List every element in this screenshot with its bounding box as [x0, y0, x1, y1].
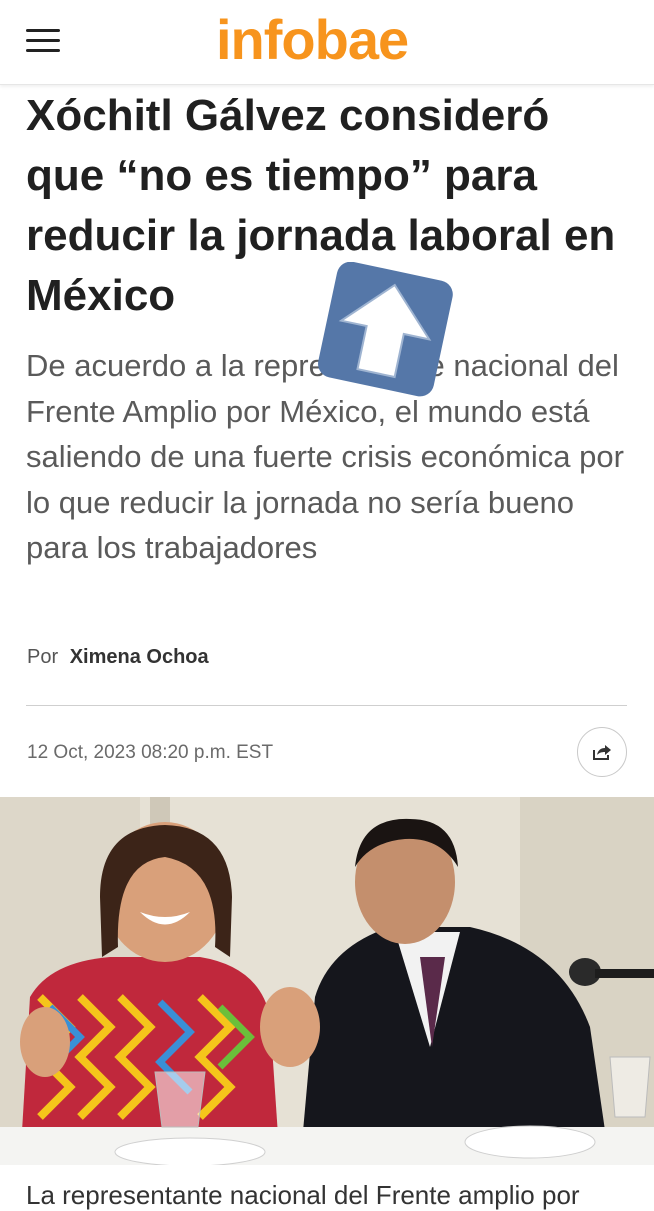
divider	[26, 705, 627, 706]
up-arrow-icon	[318, 262, 453, 397]
article-photo	[0, 797, 654, 1165]
publish-date: 12 Oct, 2023 08:20 p.m. EST	[27, 742, 274, 763]
infobae-logo[interactable]: infobae	[216, 4, 409, 76]
share-icon	[593, 745, 611, 760]
author-name[interactable]: Ximena Ochoa	[70, 646, 209, 668]
article-body-start: La representante nacional del Frente amp…	[26, 1180, 580, 1210]
site-header: infobae	[0, 0, 654, 85]
byline: Por Ximena Ochoa	[27, 646, 209, 669]
byline-prefix: Por	[27, 646, 59, 668]
hamburger-menu-icon[interactable]	[26, 27, 62, 55]
share-button[interactable]	[577, 727, 627, 777]
